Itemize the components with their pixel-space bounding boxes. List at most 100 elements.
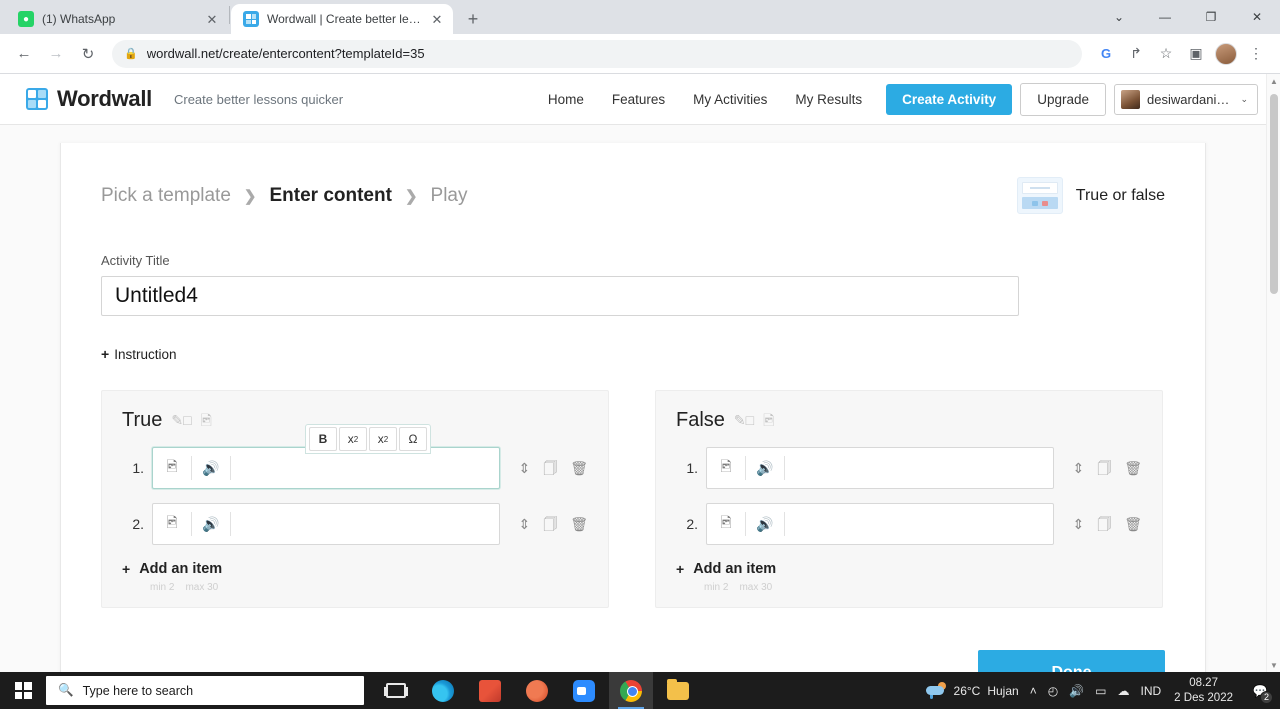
reorder-icon[interactable]: ⇕ [1072,461,1084,475]
taskbar-search-input[interactable]: 🔍 Type here to search [46,676,364,705]
item-input-true-2[interactable]: 🖻 🔊 [152,503,501,545]
nav-item-my-activities[interactable]: My Activities [679,92,781,107]
trash-icon[interactable]: 🗑 [1124,461,1142,475]
content-card: Pick a template ❯ Enter content ❯ Play T… [60,143,1206,672]
start-button[interactable] [0,672,46,709]
nav-item-home[interactable]: Home [534,92,598,107]
trash-icon[interactable]: 🗑 [1124,517,1142,531]
minimize-icon: — [1159,10,1171,24]
image-icon[interactable]: 🖻 [153,448,191,488]
superscript-button[interactable]: x2 [339,427,367,451]
nav-item-features[interactable]: Features [598,92,679,107]
scroll-up-icon[interactable]: ▲ [1267,74,1280,88]
reorder-icon[interactable]: ⇕ [518,517,530,531]
taskbar-app-powerpoint[interactable] [515,672,559,709]
trash-icon[interactable]: 🗑 [570,461,588,475]
done-button[interactable]: Done [978,650,1165,672]
audio-icon[interactable]: 🔊 [746,504,784,544]
create-activity-button[interactable]: Create Activity [886,83,1013,115]
item-input-false-2[interactable]: 🖻 🔊 [706,503,1055,545]
battery-icon[interactable]: ▭ [1095,685,1106,697]
onedrive-cloud-icon[interactable]: ☁ [1118,685,1130,697]
maximize-button[interactable]: ❐ [1188,0,1234,34]
show-hidden-icons-button[interactable]: ˄ [1030,685,1037,697]
chevron-down-icon: ⌄ [1113,10,1125,24]
taskbar-app-file-explorer[interactable] [656,672,700,709]
pencil-icon[interactable]: ✎□ [171,413,191,427]
new-tab-button[interactable]: + [459,5,487,33]
bold-button[interactable]: B [309,427,337,451]
image-icon[interactable]: 🖻 [707,504,745,544]
forward-button[interactable]: → [42,40,70,68]
browser-tab-wordwall[interactable]: Wordwall | Create better lessons ✕ [231,4,453,34]
add-item-button-true[interactable]: + Add an item [122,561,222,577]
taskbar-app-chrome[interactable] [609,672,653,709]
item-limits: min 2 max 30 [150,582,588,593]
user-menu-button[interactable]: desiwardanin... ⌄ [1114,83,1258,115]
back-button[interactable]: ← [10,40,38,68]
add-item-button-false[interactable]: + Add an item [676,561,776,577]
taskbar-task-view-button[interactable] [374,672,418,709]
reorder-icon[interactable]: ⇕ [518,461,530,475]
image-icon[interactable]: 🖻 [153,504,191,544]
reload-button[interactable]: ↻ [74,40,102,68]
item-input-false-1[interactable]: 🖻 🔊 [706,447,1055,489]
weather-widget[interactable]: 26°C Hujan [925,682,1019,699]
tab-search-button[interactable]: ⌄ [1096,0,1142,34]
network-icon[interactable]: ◴ [1048,685,1058,697]
image-icon[interactable]: 🖻 [201,413,212,427]
taskbar-app-edge[interactable] [421,672,465,709]
upgrade-button[interactable]: Upgrade [1020,82,1106,116]
scroll-down-icon[interactable]: ▼ [1267,658,1280,672]
taskbar-clock[interactable]: 08.27 2 Des 2022 [1174,676,1233,705]
browser-toolbar: ← → ↻ 🔒 wordwall.net/create/entercontent… [0,34,1280,74]
duplicate-icon[interactable]: 🗍 [1097,461,1111,475]
duplicate-icon[interactable]: 🗍 [543,517,557,531]
close-icon[interactable]: ✕ [204,11,220,27]
avatar [1215,42,1237,65]
site-tagline: Create better lessons quicker [173,91,344,107]
breadcrumb-step-pick-template[interactable]: Pick a template [101,185,231,207]
notification-center-button[interactable]: 💬 2 [1248,679,1273,704]
audio-icon[interactable]: 🔊 [746,448,784,488]
extensions-button[interactable]: ▣ [1182,40,1210,68]
duplicate-icon[interactable]: 🗍 [1097,517,1111,531]
duplicate-icon[interactable]: 🗍 [543,461,557,475]
whatsapp-favicon-icon: ● [18,11,34,27]
trash-icon[interactable]: 🗑 [570,517,588,531]
image-icon[interactable]: 🖻 [763,413,774,427]
pencil-icon[interactable]: ✎□ [734,413,754,427]
page-scrollbar[interactable]: ▲ ▼ [1266,74,1280,672]
subscript-button[interactable]: x2 [369,427,397,451]
profile-button[interactable] [1212,40,1240,68]
bookmark-button[interactable]: ☆ [1152,40,1180,68]
language-indicator[interactable]: IND [1141,685,1162,697]
share-button[interactable]: ↱ [1122,40,1150,68]
taskbar-app-zoom[interactable] [562,672,606,709]
volume-icon[interactable]: 🔊 [1069,685,1084,697]
audio-icon[interactable]: 🔊 [192,504,230,544]
close-icon[interactable]: ✕ [429,11,445,27]
add-instruction-button[interactable]: + Instruction [101,346,176,362]
minimize-button[interactable]: — [1142,0,1188,34]
symbol-button[interactable]: Ω [399,427,427,451]
column-false: False ✎□ 🖻 1. 🖻 🔊 ⇕ 🗍 🗑 2. 🖻 🔊 ⇕ 🗍 🗑 + A… [655,390,1163,608]
template-badge[interactable]: True or false [1016,177,1165,214]
breadcrumb-step-enter-content[interactable]: Enter content [269,185,391,207]
scrollbar-thumb[interactable] [1270,94,1278,294]
audio-icon[interactable]: 🔊 [192,448,230,488]
google-lens-button[interactable]: G [1092,40,1120,68]
wordwall-logo[interactable]: Wordwall [26,86,152,112]
activity-title-input[interactable]: Untitled4 [101,276,1019,316]
windows-taskbar: 🔍 Type here to search 26°C Hujan ˄ ◴ 🔊 ▭… [0,672,1280,709]
taskbar-app-office[interactable] [468,672,512,709]
reorder-icon[interactable]: ⇕ [1072,517,1084,531]
chrome-menu-button[interactable]: ⋮ [1242,40,1270,68]
close-window-button[interactable]: ✕ [1234,0,1280,34]
browser-tab-whatsapp[interactable]: ● (1) WhatsApp ✕ [6,4,228,34]
address-bar[interactable]: 🔒 wordwall.net/create/entercontent?templ… [112,39,1082,68]
nav-item-my-results[interactable]: My Results [781,92,876,107]
breadcrumb-step-play[interactable]: Play [431,185,468,207]
weather-description: Hujan [987,683,1019,698]
image-icon[interactable]: 🖻 [707,448,745,488]
